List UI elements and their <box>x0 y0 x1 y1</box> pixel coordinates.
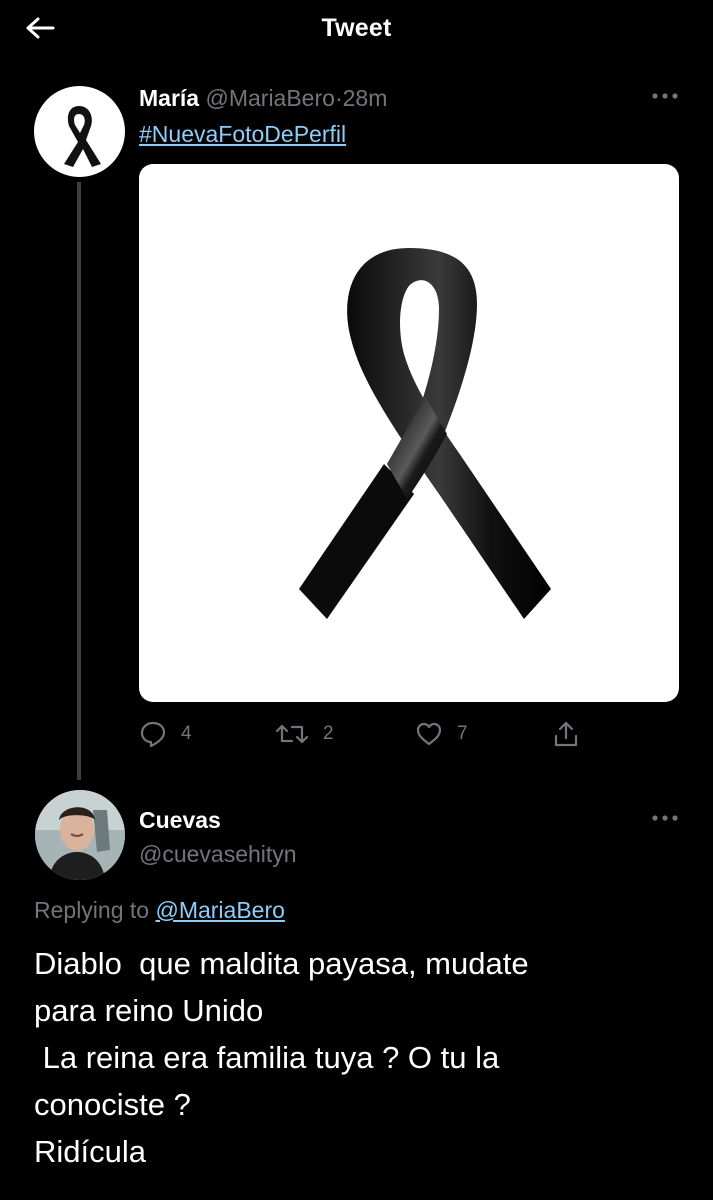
black-ribbon-icon <box>64 106 101 167</box>
black-ribbon-image <box>299 248 551 619</box>
more-dots-icon <box>652 815 678 821</box>
reply-bubble-icon <box>140 721 166 748</box>
retweet-count: 2 <box>323 723 334 744</box>
profile-photo-icon <box>35 790 125 880</box>
replying-to-handle-link[interactable]: @MariaBero <box>155 897 284 923</box>
reply-text: Diablo que maldita payasa, mudate para r… <box>34 946 529 1169</box>
author-avatar[interactable] <box>34 86 125 177</box>
thread-line <box>77 182 81 780</box>
like-button[interactable]: 7 <box>415 716 468 752</box>
author-handle[interactable]: @MariaBero <box>205 85 334 111</box>
share-upload-icon <box>554 721 578 747</box>
replying-to-line: Replying to @MariaBero <box>34 896 285 924</box>
tweet-more-button[interactable] <box>645 84 685 108</box>
tweet-timestamp[interactable]: 28m <box>343 85 388 111</box>
author-name[interactable]: María <box>139 85 199 111</box>
reply-author-handle[interactable]: @cuevasehityn <box>139 840 297 868</box>
tweet-media-image[interactable] <box>139 164 679 702</box>
page-title: Tweet <box>321 14 392 42</box>
replying-to-label: Replying to <box>34 897 150 923</box>
share-button[interactable] <box>552 716 580 752</box>
hashtag-link[interactable]: #NuevaFotoDePerfil <box>139 120 346 148</box>
timestamp-separator: · <box>334 85 343 111</box>
top-bar: Tweet <box>0 0 713 58</box>
heart-icon <box>416 722 442 746</box>
tweet-author-line: María @MariaBero·28m <box>139 84 387 112</box>
more-dots-icon <box>652 93 678 99</box>
reply-button[interactable]: 4 <box>139 716 192 752</box>
reply-count: 4 <box>181 723 192 744</box>
retweet-button[interactable]: 2 <box>275 716 334 752</box>
reply-author-name[interactable]: Cuevas <box>139 806 221 834</box>
reply-more-button[interactable] <box>645 806 685 830</box>
retweet-icon <box>275 724 309 744</box>
like-count: 7 <box>457 723 468 744</box>
tweet-actions: 4 2 7 <box>139 716 599 752</box>
reply-author-avatar[interactable] <box>35 790 125 880</box>
